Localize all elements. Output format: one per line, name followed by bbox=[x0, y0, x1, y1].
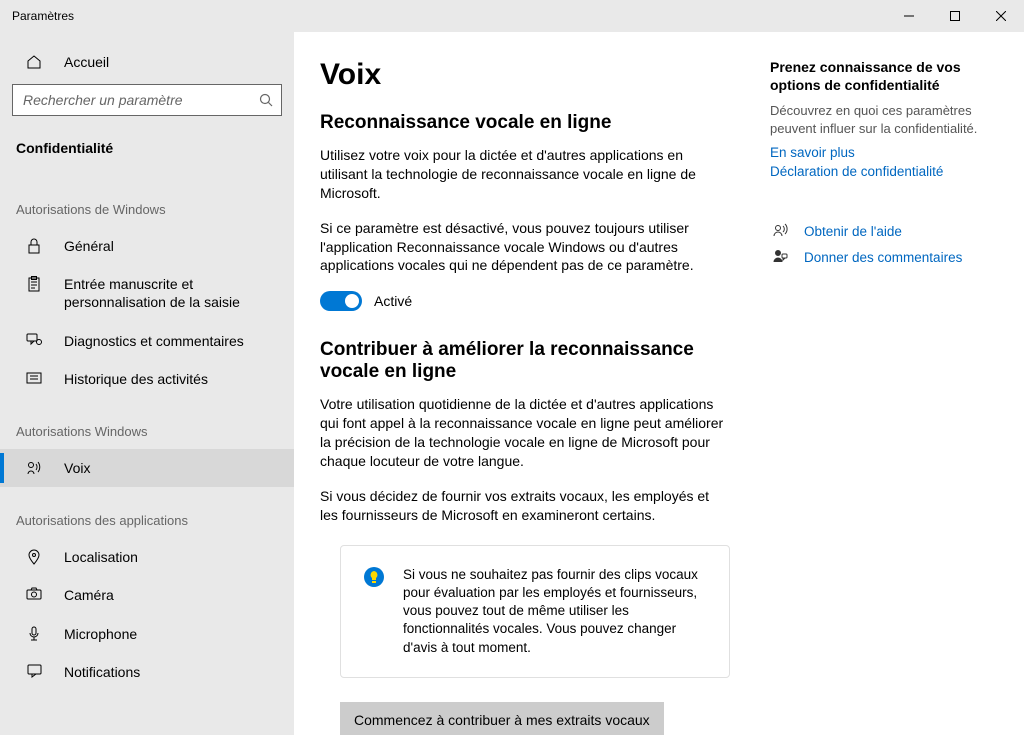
paragraph: Si ce paramètre est désactivé, vous pouv… bbox=[320, 219, 730, 276]
search-icon bbox=[251, 93, 281, 107]
home-icon bbox=[24, 54, 44, 70]
sidebar-item-inking[interactable]: Entrée manuscrite et personnalisation de… bbox=[0, 265, 294, 321]
paragraph: Si vous décidez de fournir vos extraits … bbox=[320, 487, 730, 525]
feedback-icon bbox=[770, 249, 790, 265]
toggle-row: Activé bbox=[320, 291, 730, 311]
window-controls bbox=[886, 0, 1024, 32]
sidebar-item-label: Localisation bbox=[64, 548, 278, 566]
page-title: Voix bbox=[320, 58, 730, 92]
home-button[interactable]: Accueil bbox=[0, 54, 294, 84]
sidebar-item-location[interactable]: Localisation bbox=[0, 538, 294, 576]
sidebar-item-camera[interactable]: Caméra bbox=[0, 576, 294, 614]
content-area: Voix Reconnaissance vocale en ligne Util… bbox=[294, 32, 1024, 735]
titlebar: Paramètres bbox=[0, 0, 1024, 32]
search-box[interactable] bbox=[12, 84, 282, 116]
tip-text: Si vous ne souhaitez pas fournir des cli… bbox=[403, 566, 707, 657]
search-input[interactable] bbox=[13, 92, 251, 108]
aside-text: Découvrez en quoi ces paramètres peuvent… bbox=[770, 102, 1000, 137]
paragraph: Utilisez votre voix pour la dictée et d'… bbox=[320, 146, 730, 203]
close-button[interactable] bbox=[978, 0, 1024, 32]
sidebar-item-label: Caméra bbox=[64, 586, 278, 604]
sidebar-item-label: Voix bbox=[64, 459, 278, 477]
sidebar-item-general[interactable]: Général bbox=[0, 227, 294, 265]
sidebar-item-label: Notifications bbox=[64, 663, 278, 681]
info-box: Si vous ne souhaitez pas fournir des cli… bbox=[340, 545, 730, 678]
maximize-button[interactable] bbox=[932, 0, 978, 32]
camera-icon bbox=[24, 587, 44, 600]
privacy-statement-link[interactable]: Déclaration de confidentialité bbox=[770, 164, 1000, 179]
feedback-icon bbox=[24, 333, 44, 347]
section-windows-permissions: Autorisations de Windows bbox=[0, 194, 294, 227]
category-header: Confidentialité bbox=[0, 132, 294, 176]
section-heading-recognition: Reconnaissance vocale en ligne bbox=[320, 112, 730, 134]
window-title: Paramètres bbox=[12, 9, 74, 23]
learn-more-link[interactable]: En savoir plus bbox=[770, 145, 1000, 160]
sidebar-item-label: Microphone bbox=[64, 625, 278, 643]
clipboard-icon bbox=[24, 276, 44, 292]
voice-icon bbox=[24, 460, 44, 476]
aside: Prenez connaissance de vos options de co… bbox=[770, 58, 1000, 711]
sidebar-item-activity[interactable]: Historique des activités bbox=[0, 360, 294, 398]
sidebar-item-label: Diagnostics et commentaires bbox=[64, 332, 278, 350]
section-heading-contribute: Contribuer à améliorer la reconnaissance… bbox=[320, 339, 730, 383]
lock-icon bbox=[24, 238, 44, 254]
help-icon bbox=[770, 223, 790, 239]
sidebar: Accueil Confidentialité Autorisations de… bbox=[0, 32, 294, 735]
sidebar-item-label: Historique des activités bbox=[64, 370, 278, 388]
sidebar-item-diagnostics[interactable]: Diagnostics et commentaires bbox=[0, 322, 294, 360]
minimize-button[interactable] bbox=[886, 0, 932, 32]
section-app-permissions: Autorisations des applications bbox=[0, 505, 294, 538]
notification-icon bbox=[24, 664, 44, 678]
paragraph: Votre utilisation quotidienne de la dict… bbox=[320, 395, 730, 471]
section-windows-permissions-2: Autorisations Windows bbox=[0, 416, 294, 449]
sidebar-item-notifications[interactable]: Notifications bbox=[0, 653, 294, 691]
get-help-link[interactable]: Obtenir de l'aide bbox=[804, 224, 902, 239]
toggle-label: Activé bbox=[374, 293, 412, 309]
sidebar-item-label: Entrée manuscrite et personnalisation de… bbox=[64, 275, 278, 311]
location-icon bbox=[24, 549, 44, 565]
give-feedback-link[interactable]: Donner des commentaires bbox=[804, 250, 962, 265]
microphone-icon bbox=[24, 626, 44, 642]
history-icon bbox=[24, 371, 44, 385]
tip-icon bbox=[363, 566, 387, 590]
contribute-button[interactable]: Commencez à contribuer à mes extraits vo… bbox=[340, 702, 664, 735]
sidebar-item-voice[interactable]: Voix bbox=[0, 449, 294, 487]
speech-toggle[interactable] bbox=[320, 291, 362, 311]
sidebar-item-label: Général bbox=[64, 237, 278, 255]
home-label: Accueil bbox=[64, 54, 109, 70]
sidebar-item-microphone[interactable]: Microphone bbox=[0, 615, 294, 653]
aside-title: Prenez connaissance de vos options de co… bbox=[770, 58, 1000, 94]
